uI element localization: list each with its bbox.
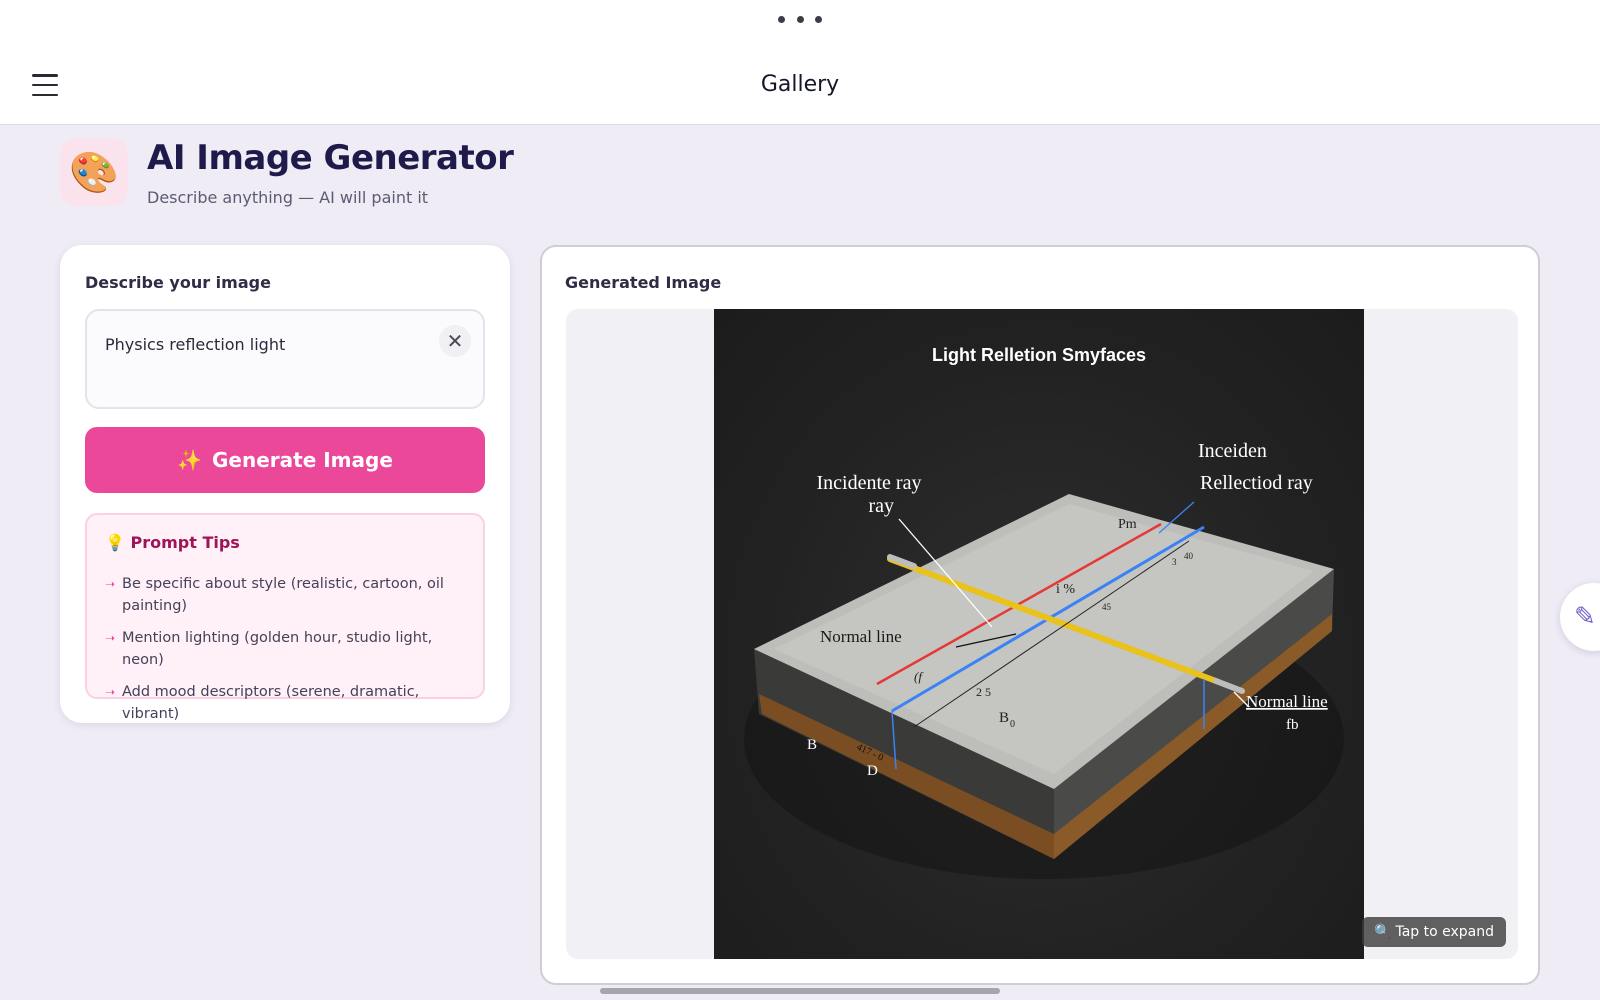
- lightbulb-icon: 💡: [105, 533, 125, 552]
- image-label-45: 45: [1102, 602, 1112, 612]
- image-label-40: 40: [1184, 551, 1194, 561]
- magnifier-icon: 🔍: [1374, 924, 1392, 940]
- edit-fab-button[interactable]: ✎: [1560, 583, 1600, 651]
- image-label-d: D: [867, 763, 878, 779]
- palette-icon: 🎨: [60, 138, 128, 206]
- image-label-3: 3: [1172, 557, 1177, 567]
- prompt-input-value[interactable]: Physics reflection light: [105, 335, 285, 354]
- app-bar-title: Gallery: [760, 72, 840, 97]
- horizontal-scrollbar[interactable]: [600, 988, 1000, 994]
- sparkles-icon: ✨: [177, 448, 202, 472]
- image-label-fb: fb: [1286, 717, 1299, 733]
- arrow-icon: ➝: [105, 685, 116, 699]
- image-label-i-pct: i %: [1056, 582, 1075, 597]
- top-app-bar: Gallery: [0, 0, 1600, 125]
- generate-button-label: Generate Image: [212, 448, 393, 472]
- arrow-icon: ➝: [105, 577, 116, 591]
- image-label-b0-sub: 0: [1010, 719, 1015, 730]
- clear-prompt-button[interactable]: ✕: [439, 325, 471, 357]
- page-subtitle: Describe anything — AI will paint it: [147, 188, 429, 207]
- generate-image-button[interactable]: ✨ Generate Image: [85, 427, 485, 493]
- prompt-input[interactable]: Physics reflection light ✕: [85, 309, 485, 409]
- result-card: Generated Image Light Relletion Smyfaces…: [540, 245, 1540, 985]
- image-label-b0: B: [999, 710, 1009, 726]
- tap-to-expand-button[interactable]: 🔍 Tap to expand: [1362, 917, 1506, 947]
- generated-image-illustration: Light Relletion Smyfaces Incidente ray r…: [744, 345, 1344, 879]
- tip-text: Add mood descriptors (serene, dramatic, …: [122, 684, 420, 722]
- image-label-b: B: [807, 737, 817, 753]
- image-label-normal-right: Normal line: [1246, 692, 1328, 711]
- list-item: ➝ Mention lighting (golden hour, studio …: [105, 627, 475, 671]
- tip-text: Mention lighting (golden hour, studio li…: [122, 630, 433, 668]
- image-label-reflected: Rellectiod ray: [1200, 472, 1313, 494]
- pencil-icon: ✎: [1574, 602, 1596, 632]
- prompt-card: Describe your image Physics reflection l…: [60, 245, 510, 723]
- tip-text: Be specific about style (realistic, cart…: [122, 576, 444, 614]
- tips-list: ➝ Be specific about style (realistic, ca…: [105, 573, 475, 735]
- image-title: Light Relletion Smyfaces: [932, 345, 1146, 365]
- close-icon: ✕: [446, 329, 464, 353]
- image-label-inceiden: Inceiden: [1198, 440, 1267, 462]
- image-label-incident-ray: ray: [868, 495, 894, 517]
- more-dots-icon[interactable]: [778, 12, 822, 26]
- prompt-tips-title: 💡 Prompt Tips: [105, 533, 240, 552]
- image-label-pm: Pm: [1118, 517, 1137, 532]
- tips-title-text: Prompt Tips: [130, 533, 240, 552]
- image-preview-area: Light Relletion Smyfaces Incidente ray r…: [566, 309, 1518, 959]
- image-label-normal-left: Normal line: [820, 627, 902, 646]
- list-item: ➝ Add mood descriptors (serene, dramatic…: [105, 681, 475, 725]
- image-label-incident: Incidente ray: [817, 472, 922, 494]
- image-label-25: 2 5: [976, 685, 991, 699]
- page-title: AI Image Generator: [147, 138, 514, 178]
- arrow-icon: ➝: [105, 631, 116, 645]
- tap-to-expand-label: Tap to expand: [1395, 924, 1494, 940]
- result-label: Generated Image: [565, 273, 722, 292]
- prompt-label: Describe your image: [85, 273, 271, 292]
- list-item: ➝ Be specific about style (realistic, ca…: [105, 573, 475, 617]
- generated-image[interactable]: Light Relletion Smyfaces Incidente ray r…: [714, 309, 1364, 959]
- prompt-tips-box: 💡 Prompt Tips ➝ Be specific about style …: [85, 513, 485, 722]
